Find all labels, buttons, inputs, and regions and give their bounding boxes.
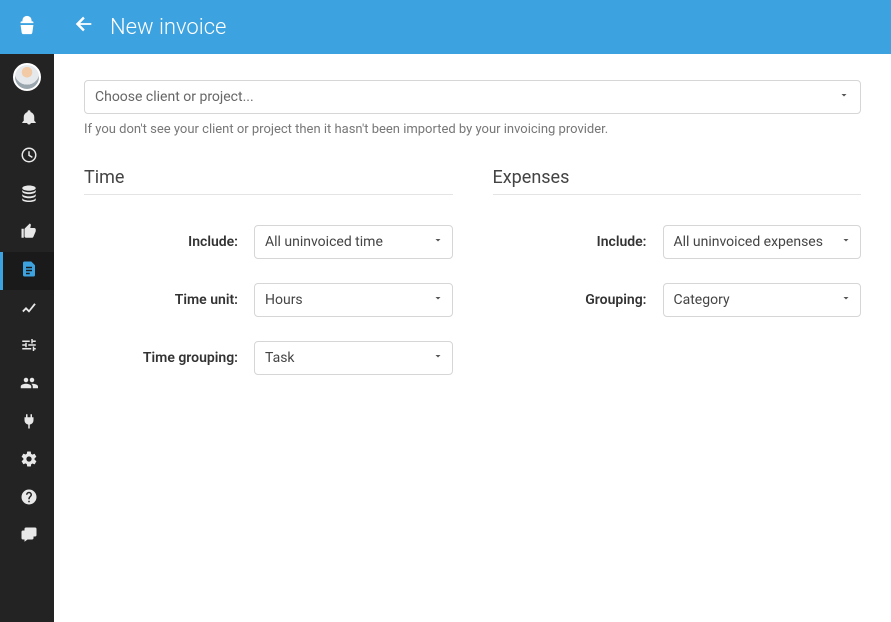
clock-icon [20,146,38,168]
sidebar-item-settings-list[interactable] [0,328,54,366]
sidebar-item-approvals[interactable] [0,214,54,252]
sidebar-item-settings[interactable] [0,442,54,480]
back-button[interactable] [72,15,96,39]
client-project-hint: If you don't see your client or project … [84,122,861,137]
bell-icon [20,108,38,130]
sidebar-item-notifications[interactable] [0,100,54,138]
sliders-icon [20,336,38,358]
invoice-icon [20,260,38,282]
sidebar-item-integrations[interactable] [0,404,54,442]
logo-icon [16,14,38,40]
time-section-title: Time [84,167,453,195]
time-grouping-label: Time grouping: [84,350,254,366]
logo[interactable] [0,0,54,54]
expenses-include-label: Include: [493,234,663,250]
time-unit-value: Hours [265,292,303,308]
expenses-include-value: All uninvoiced expenses [674,234,823,250]
chat-icon [20,526,38,548]
time-unit-select[interactable]: Hours [254,283,453,317]
sidebar-item-reports[interactable] [0,290,54,328]
chart-icon [20,298,38,320]
arrow-left-icon [73,13,95,41]
caret-down-icon [432,350,444,366]
page-title: New invoice [110,15,226,40]
sidebar-item-invoices[interactable] [0,252,54,290]
content: Choose client or project... If you don't… [54,54,891,622]
expenses-grouping-label: Grouping: [493,292,663,308]
page-header: New invoice [54,0,891,54]
sidebar-avatar[interactable] [0,54,54,100]
expenses-section-title: Expenses [493,167,862,195]
expenses-section: Expenses Include: All uninvoiced expense… [493,167,862,399]
caret-down-icon [840,292,852,308]
time-include-select[interactable]: All uninvoiced time [254,225,453,259]
time-grouping-value: Task [265,350,295,366]
database-icon [20,184,38,206]
users-icon [20,374,38,396]
expenses-grouping-select[interactable]: Category [663,283,862,317]
client-project-select[interactable]: Choose client or project... [84,80,861,114]
caret-down-icon [838,89,850,105]
sidebar [0,0,54,622]
time-include-value: All uninvoiced time [265,234,383,250]
sidebar-item-team[interactable] [0,366,54,404]
time-include-label: Include: [84,234,254,250]
sidebar-item-feedback[interactable] [0,518,54,556]
plug-icon [20,412,38,434]
time-unit-label: Time unit: [84,292,254,308]
help-icon [20,488,38,510]
sidebar-item-data[interactable] [0,176,54,214]
avatar-icon [13,63,41,91]
sidebar-item-time[interactable] [0,138,54,176]
client-project-placeholder: Choose client or project... [95,89,254,105]
expenses-include-select[interactable]: All uninvoiced expenses [663,225,862,259]
gear-icon [20,450,38,472]
caret-down-icon [432,234,444,250]
caret-down-icon [432,292,444,308]
thumbs-up-icon [20,222,38,244]
sidebar-item-help[interactable] [0,480,54,518]
caret-down-icon [840,234,852,250]
time-grouping-select[interactable]: Task [254,341,453,375]
expenses-grouping-value: Category [674,292,730,308]
time-section: Time Include: All uninvoiced time Time u… [84,167,453,399]
